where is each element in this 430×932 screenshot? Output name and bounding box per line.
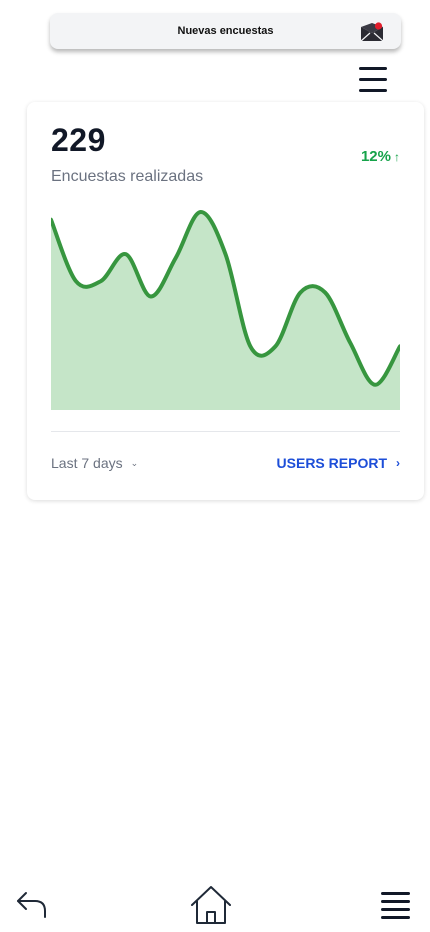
mail-icon[interactable] xyxy=(360,22,384,42)
chart-area xyxy=(51,211,400,410)
notification-badge xyxy=(374,22,383,30)
home-icon[interactable] xyxy=(189,884,233,926)
users-report-link[interactable]: USERS REPORT › xyxy=(277,455,400,471)
change-value: 12% xyxy=(360,148,391,165)
stat-label: Encuestas realizadas xyxy=(51,168,204,185)
notification-banner[interactable]: Nuevas encuestas xyxy=(50,13,401,49)
report-label: USERS REPORT xyxy=(276,455,387,471)
arrow-up-icon: ↑ xyxy=(394,149,400,164)
hamburger-icon[interactable] xyxy=(356,64,390,96)
notification-title: Nuevas encuestas xyxy=(177,25,274,37)
stat-value: 229 xyxy=(51,122,106,158)
stats-card: 229 Encuestas realizadas 12% ↑ Last 7 da… xyxy=(27,102,424,500)
chevron-down-icon: ⌄ xyxy=(130,457,139,468)
period-label: Last 7 days xyxy=(51,455,123,471)
divider xyxy=(51,431,400,432)
hamburger-icon[interactable] xyxy=(379,890,412,922)
change-badge: 12% ↑ xyxy=(361,148,400,165)
area-chart xyxy=(51,210,400,410)
chevron-right-icon: › xyxy=(396,456,400,470)
back-arrow-icon[interactable] xyxy=(15,888,49,922)
period-dropdown[interactable]: Last 7 days ⌄ xyxy=(51,455,138,471)
